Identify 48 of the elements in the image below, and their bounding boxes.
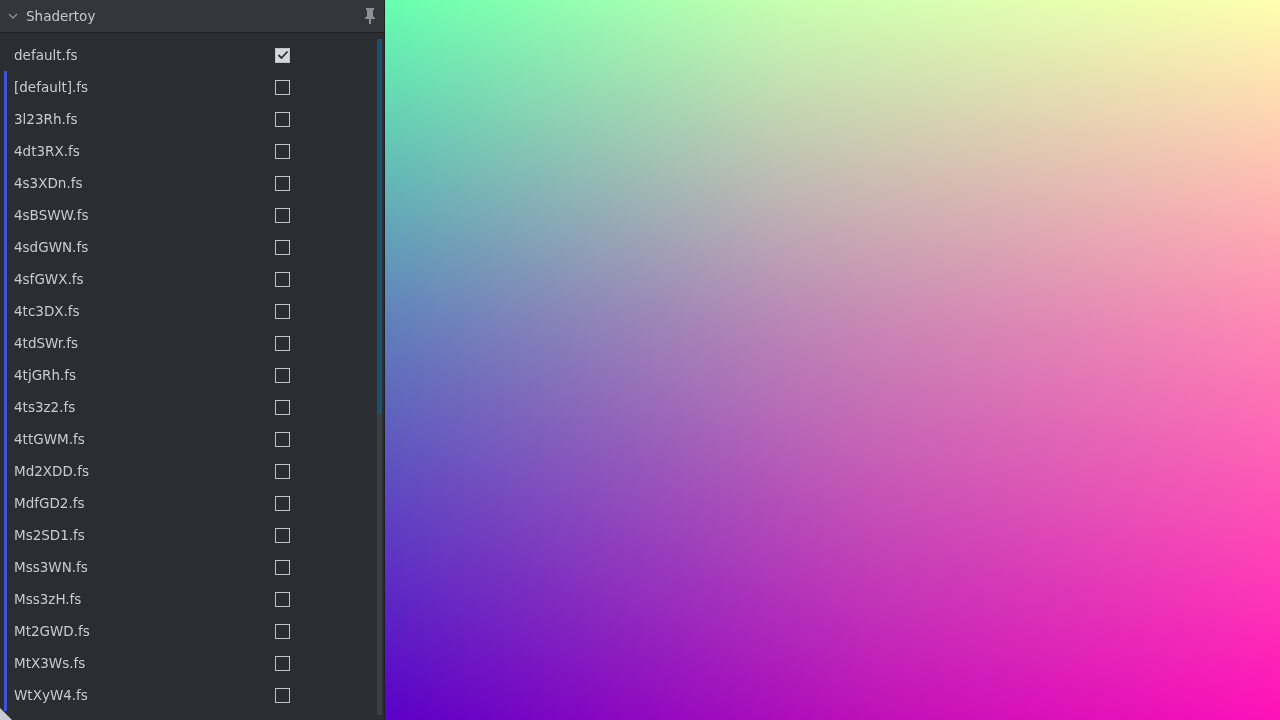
file-name: Mt2GWD.fs <box>14 623 91 639</box>
checkbox[interactable] <box>275 399 290 415</box>
file-name: default.fs <box>14 47 79 63</box>
file-name: 4tjGRh.fs <box>14 367 78 383</box>
checkbox[interactable] <box>275 239 290 255</box>
checkbox[interactable] <box>275 623 290 639</box>
file-name: 4tdSWr.fs <box>14 335 80 351</box>
checkbox[interactable] <box>275 303 290 319</box>
checkbox[interactable] <box>275 495 290 511</box>
panel-title: Shadertoy <box>26 8 97 24</box>
checkbox[interactable] <box>275 655 290 671</box>
file-name: 4tc3DX.fs <box>14 303 81 319</box>
pin-icon[interactable] <box>364 8 376 24</box>
file-name: 4sdGWN.fs <box>14 239 90 255</box>
checkbox[interactable] <box>275 463 290 479</box>
file-name: Ms2SD1.fs <box>14 527 86 543</box>
scrollbar[interactable] <box>377 39 382 715</box>
checkbox[interactable] <box>275 175 290 191</box>
file-name: MtX3Ws.fs <box>14 655 87 671</box>
checkbox[interactable] <box>275 47 290 63</box>
file-name: [default].fs <box>14 79 90 95</box>
file-name: Mss3zH.fs <box>14 591 83 607</box>
file-name: Mss3WN.fs <box>14 559 89 575</box>
checkbox[interactable] <box>275 271 290 287</box>
file-name: 4ttGWM.fs <box>14 431 86 447</box>
checkbox[interactable] <box>275 687 290 703</box>
file-name: Md2XDD.fs <box>14 463 90 479</box>
checkbox[interactable] <box>275 335 290 351</box>
checkbox[interactable] <box>275 527 290 543</box>
checkbox[interactable] <box>275 143 290 159</box>
file-name: 4ts3z2.fs <box>14 399 77 415</box>
checkbox[interactable] <box>275 559 290 575</box>
checkbox[interactable] <box>275 431 290 447</box>
file-name: 4dt3RX.fs <box>14 143 81 159</box>
file-name: 4s3XDn.fs <box>14 175 84 191</box>
panel-header[interactable]: Shadertoy <box>0 0 384 33</box>
checkbox[interactable] <box>275 111 290 127</box>
file-name: 4sBSWW.fs <box>14 207 90 223</box>
resize-grip-icon[interactable] <box>0 708 12 720</box>
checkbox[interactable] <box>275 79 290 95</box>
file-name: 4sfGWX.fs <box>14 271 85 287</box>
file-name: 3l23Rh.fs <box>14 111 79 127</box>
checkbox[interactable] <box>275 367 290 383</box>
chevron-icon <box>8 13 18 19</box>
checkbox[interactable] <box>275 591 290 607</box>
file-name: MdfGD2.fs <box>14 495 86 511</box>
file-name: WtXyW4.fs <box>14 687 89 703</box>
checkbox[interactable] <box>275 207 290 223</box>
